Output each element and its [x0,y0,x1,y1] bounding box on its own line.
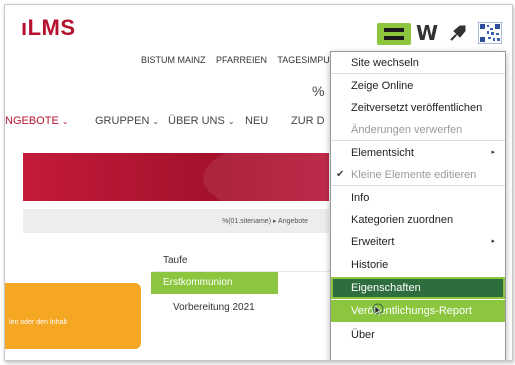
topnav-link-bistum[interactable]: BISTUM MAINZ [141,55,206,65]
menu-item-label: Elementsicht [351,147,414,159]
mainnav-item-neu[interactable]: NEU [245,115,268,127]
mainnav-label: NGEBOTE [5,115,59,127]
menu-item-zeige-online[interactable]: Zeige Online [331,75,505,97]
pin-icon [450,25,466,41]
subnav-item-vorbereitung[interactable]: Vorbereitung 2021 [153,298,351,318]
checkmark-icon: ✔ [336,169,345,180]
menu-item-aenderungen-verwerfen: Änderungen verwerfen [331,119,505,141]
menu-item-ueber[interactable]: Über [331,324,505,346]
mainnav-label: GRUPPEN [95,115,150,127]
browser-frame: ıLMS W BISTUM MAINZ PFARREIEN TAGESIMPUL… [4,4,513,361]
mainnav-item-gruppen[interactable]: GRUPPEN ⌄ [95,115,159,127]
hamburger-icon [384,28,404,40]
menu-item-kleine-elemente: ✔ Kleine Elemente editieren [331,164,505,186]
topnav-link-pfarreien[interactable]: PFARREIEN [216,55,267,65]
qr-code-icon [478,22,502,44]
mainnav-item-zur[interactable]: ZUR D [291,115,325,127]
menu-item-info[interactable]: Info [331,187,505,209]
context-menu: Site wechseln Zeige Online Zeitversetzt … [330,51,506,360]
menu-item-zeitversetzt[interactable]: Zeitversetzt veröffentlichen [331,97,505,119]
pin-button[interactable] [447,21,469,45]
breadcrumb-text[interactable]: %(01.sitename) ▸ Angebote [222,217,308,225]
menu-item-elementsicht[interactable]: Elementsicht ▸ [331,142,505,164]
chevron-down-icon: ⌄ [152,117,160,126]
top-navigation: BISTUM MAINZ PFARREIEN TAGESIMPULS [141,55,349,65]
menu-item-site-wechseln[interactable]: Site wechseln [331,52,505,74]
orange-box-text: len oder den Inhalt [9,319,67,326]
w-button[interactable]: W [416,21,438,45]
hero-banner [23,143,363,213]
mainnav-item-angebote[interactable]: NGEBOTE ⌄ [5,115,69,127]
menu-item-kategorien[interactable]: Kategorien zuordnen [331,209,505,231]
site-logo[interactable]: ıLMS [21,15,76,41]
chevron-down-icon: ⌄ [61,117,69,126]
menu-toggle-button[interactable] [377,23,411,45]
chevron-down-icon: ⌄ [227,117,235,126]
menu-item-label: Erweitert [351,236,395,248]
qr-button[interactable] [477,21,503,45]
submenu-arrow-icon: ▸ [491,238,495,245]
breadcrumb: %(01.sitename) ▸ Angebote [23,209,329,233]
menu-item-label: Kleine Elemente editieren [351,169,477,181]
subnav-item-erstkommunion[interactable]: Erstkommunion [151,272,278,294]
orange-info-box: len oder den Inhalt [5,283,141,349]
mouse-cursor-icon [372,303,384,316]
mainnav-item-ueber-uns[interactable]: ÜBER UNS ⌄ [168,115,235,127]
submenu-arrow-icon: ▸ [491,149,495,156]
menu-item-veroeffentlichungs-report[interactable]: Veröffentlichungs-Report [331,300,505,322]
menu-item-eigenschaften[interactable]: Eigenschaften [331,277,505,299]
menu-item-historie[interactable]: Historie [331,254,505,276]
subnav-item-taufe[interactable]: Taufe [153,251,341,272]
mainnav-label: ÜBER UNS [168,115,225,127]
percent-text: % [312,83,325,99]
menu-item-erweitert[interactable]: Erweitert ▸ [331,231,505,253]
